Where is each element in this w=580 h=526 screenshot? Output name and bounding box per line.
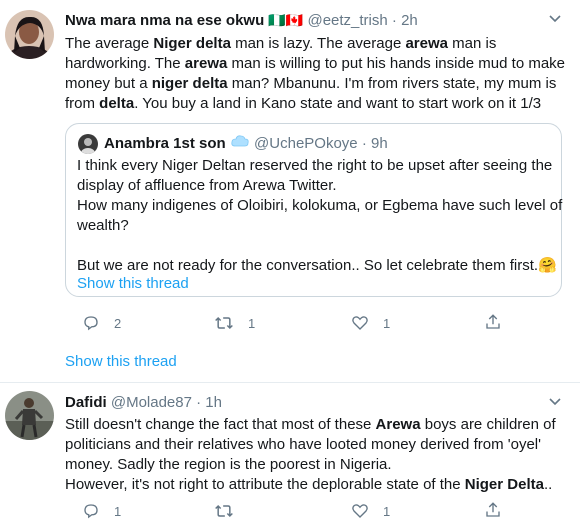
quoted-show-thread-link[interactable]: Show this thread: [77, 275, 189, 292]
reply-button[interactable]: 2: [68, 314, 121, 332]
verified-cloud-icon: [230, 134, 250, 154]
like-icon: [351, 314, 369, 332]
text-line: from delta. You buy a land in Kano state…: [65, 94, 565, 114]
tweet-header: Nwa mara nma na ese okwu 🇳🇬🇨🇦 @eetz_tris…: [65, 10, 418, 31]
text-segment: The average: [65, 35, 154, 52]
separator-dot: ·: [361, 135, 367, 152]
text-segment: money. Sadly the region is the poorest i…: [65, 456, 392, 473]
quoted-time: 9h: [371, 135, 388, 152]
quoted-text: I think every Niger Deltan reserved the …: [77, 156, 562, 276]
text-segment: boys are children of: [420, 416, 556, 433]
quoted-avatar: [78, 134, 98, 154]
text-line: money. Sadly the region is the poorest i…: [65, 455, 556, 475]
separator-dot: ·: [391, 12, 397, 29]
text-line: I think every Niger Deltan reserved the …: [77, 157, 553, 174]
retweet-icon: [214, 502, 234, 520]
caret-down-icon[interactable]: [548, 12, 562, 27]
keyword-highlight: Arewa: [375, 416, 421, 433]
text-line: politicians and their relatives who have…: [65, 435, 556, 455]
text-line: However, it's not right to attribute the…: [65, 475, 556, 495]
text-line: How many indigenes of Oloibiri, kolokuma…: [77, 197, 563, 214]
reply-button[interactable]: 1: [68, 502, 121, 520]
avatar[interactable]: [5, 391, 54, 440]
separator-dot: ·: [196, 394, 202, 411]
like-button[interactable]: 1: [337, 314, 390, 332]
like-button[interactable]: 1: [337, 502, 390, 520]
like-count: 1: [383, 503, 391, 519]
share-icon: [484, 501, 502, 519]
retweet-button[interactable]: 1: [200, 314, 255, 332]
keyword-highlight: niger delta: [151, 75, 228, 92]
keyword-highlight: Niger Delta: [464, 476, 544, 493]
keyword-highlight: delta: [99, 95, 135, 112]
reply-count: 2: [114, 315, 122, 331]
text-segment: However, it's not right to attribute the…: [65, 476, 465, 493]
text-segment: man is: [448, 35, 497, 52]
text-line: hardworking. The arewa man is willing to…: [65, 54, 565, 74]
author-name[interactable]: Dafidi: [65, 394, 107, 411]
text-segment: from: [65, 95, 100, 112]
reply-icon: [82, 502, 100, 520]
share-icon: [484, 313, 502, 331]
like-icon: [351, 502, 369, 520]
quoted-author-name: Anambra 1st son: [104, 135, 226, 152]
retweet-icon: [214, 314, 234, 332]
text-segment: man? Mbanunu. I'm from rivers state, my …: [227, 75, 557, 92]
text-segment: man is willing to put his hands inside m…: [227, 55, 566, 72]
keyword-highlight: arewa: [184, 55, 228, 72]
text-segment: man is lazy. The average: [230, 35, 406, 52]
quoted-tweet[interactable]: Anambra 1st son @UchePOkoye · 9h I think…: [65, 123, 562, 297]
text-line: display of affluence from Arewa Twitter.: [77, 177, 337, 194]
text-segment: politicians and their relatives who have…: [65, 436, 541, 453]
tweet[interactable]: Nwa mara nma na ese okwu 🇳🇬🇨🇦 @eetz_tris…: [0, 0, 580, 383]
tweet-time[interactable]: 1h: [205, 394, 222, 411]
quoted-handle: @UchePOkoye: [254, 135, 358, 152]
avatar[interactable]: [5, 10, 54, 59]
text-segment: money but a: [65, 75, 152, 92]
author-handle[interactable]: @Molade87: [111, 394, 192, 411]
tweet-time[interactable]: 2h: [401, 12, 418, 29]
text-segment: ..: [543, 476, 553, 493]
flag-emojis: 🇳🇬🇨🇦: [268, 12, 304, 28]
retweet-button[interactable]: [200, 502, 248, 520]
tweet-text: Still doesn't change the fact that most …: [65, 415, 556, 495]
caret-down-icon[interactable]: [548, 395, 562, 410]
text-segment: hardworking. The: [65, 55, 185, 72]
tweet-header: Dafidi @Molade87 · 1h: [65, 393, 222, 413]
like-count: 1: [383, 315, 391, 331]
author-name[interactable]: Nwa mara nma na ese okwu: [65, 12, 264, 29]
text-line: Still doesn't change the fact that most …: [65, 415, 556, 435]
tweet-text: The average Niger delta man is lazy. The…: [65, 34, 565, 114]
author-handle[interactable]: @eetz_trish: [307, 12, 387, 29]
quoted-header: Anambra 1st son @UchePOkoye · 9h: [104, 134, 388, 154]
tweet[interactable]: Dafidi @Molade87 · 1h Still doesn't chan…: [0, 383, 580, 526]
keyword-highlight: arewa: [405, 35, 448, 52]
reply-icon: [82, 314, 100, 332]
text-line: But we are not ready for the conversatio…: [77, 257, 557, 274]
show-thread-link[interactable]: Show this thread: [65, 353, 177, 370]
reply-count: 1: [114, 503, 122, 519]
share-button[interactable]: [470, 501, 502, 519]
text-segment: Still doesn't change the fact that most …: [65, 416, 376, 433]
text-line: money but a niger delta man? Mbanunu. I'…: [65, 74, 565, 94]
keyword-highlight: Niger delta: [153, 35, 231, 52]
text-line: wealth?: [77, 217, 129, 234]
share-button[interactable]: [470, 313, 502, 331]
retweet-count: 1: [248, 315, 256, 331]
text-line: The average Niger delta man is lazy. The…: [65, 34, 565, 54]
text-segment: . You buy a land in Kano state and want …: [134, 95, 542, 112]
text-line: [77, 236, 562, 256]
